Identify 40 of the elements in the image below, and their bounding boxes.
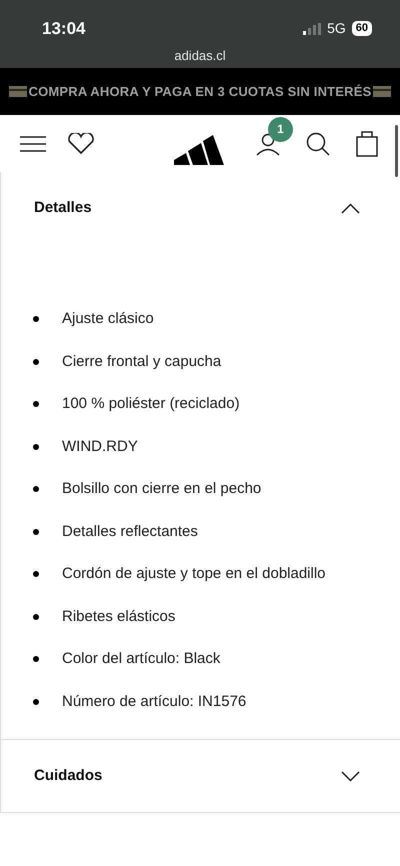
bullet-icon (33, 316, 39, 322)
card-icon (9, 86, 28, 97)
bullet-icon (33, 444, 39, 450)
detail-item: Bolsillo con cierre en el pecho (62, 479, 262, 499)
bullet-icon (33, 401, 39, 408)
account-icon[interactable] (256, 132, 280, 156)
heart-icon[interactable] (67, 132, 95, 154)
accordion-header[interactable]: Cuidados (1, 740, 400, 812)
detail-item: 100 % poliéster (reciclado) (62, 394, 240, 414)
url-text[interactable]: adidas.cl (174, 46, 226, 65)
accordion-header[interactable]: Detalles (1, 172, 400, 244)
bullet-icon (33, 528, 39, 535)
detail-item: Ajuste clásico (62, 309, 154, 329)
detail-item: Detalles reflectantes (62, 522, 198, 542)
detail-item: Número de artículo: IN1576 (62, 692, 246, 712)
logo-icon[interactable] (174, 134, 224, 164)
bullet-icon (33, 571, 39, 578)
detail-item: Cordón de ajuste y tope en el dobladillo (62, 564, 326, 584)
bullet-icon (33, 698, 39, 705)
search-icon[interactable] (306, 132, 330, 156)
card-icon (372, 86, 391, 97)
network-label: 5G (327, 19, 346, 38)
detail-item: Cierre frontal y capucha (62, 352, 222, 372)
bullet-icon (33, 614, 39, 620)
detail-item: Color del artículo: Black (62, 649, 220, 669)
clock-time: 13:04 (42, 18, 86, 40)
scrollbar (395, 125, 398, 177)
detail-item: Ribetes elásticos (62, 606, 176, 626)
bullet-icon (33, 486, 39, 492)
battery-level: 60 (352, 21, 372, 36)
bag-icon[interactable] (356, 130, 378, 156)
chevron-up-icon (341, 202, 360, 214)
notification-badge: 1 (268, 116, 293, 142)
detail-item: WIND.RDY (62, 436, 138, 456)
bullet-icon (33, 358, 39, 365)
bullet-icon (33, 656, 39, 662)
promo-banner[interactable]: COMPRA AHORA Y PAGA EN 3 CUOTAS SIN INTERÉS (0, 68, 400, 115)
chevron-down-icon (341, 770, 360, 782)
menu-icon[interactable] (20, 134, 46, 152)
signal-icon (303, 22, 322, 35)
